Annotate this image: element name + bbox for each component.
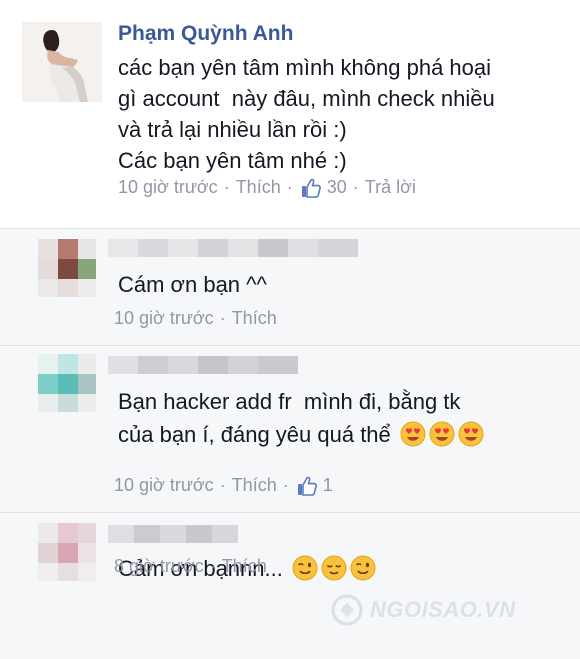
meta-separator: · [209, 556, 216, 576]
comment-time[interactable]: 10 giờ trước [118, 177, 218, 198]
reply-meta: 10 giờ trước · Thích [114, 308, 277, 329]
meta-separator: · [352, 177, 359, 197]
reply-text: Bạn hacker add fr mình đi, bằng tk [118, 389, 461, 414]
comment-text-line: gì account này đâu, mình check nhiều [118, 86, 495, 111]
heart-eyes-emoji [458, 421, 484, 447]
like-count[interactable]: 30 [327, 177, 347, 198]
reply-time[interactable]: 8 giờ trước [114, 556, 204, 577]
heart-eyes-emoji [429, 421, 455, 447]
thumbs-up-icon[interactable] [297, 476, 317, 496]
like-link[interactable]: Thích [232, 475, 277, 496]
reply-avatar[interactable] [38, 239, 96, 297]
reply-text: Cám ơn bạn ^^ [118, 272, 267, 297]
meta-separator: · [223, 177, 230, 197]
comment-text-line: Các bạn yên tâm nhé :) [118, 148, 347, 173]
watermark-logo-icon [330, 593, 364, 627]
reply-meta: 10 giờ trước · Thích · 1 [114, 475, 333, 496]
wink-emoji [350, 555, 376, 581]
reply-meta: 8 giờ trước · Thích [114, 556, 267, 577]
meta-separator: · [219, 475, 226, 495]
reply-text-with-emoji: của bạn í, đáng yêu quá thể [118, 419, 484, 450]
watermark: NGOISAO.VN [330, 590, 570, 630]
meta-separator: · [219, 308, 226, 328]
like-count[interactable]: 1 [323, 475, 333, 496]
like-link[interactable]: Thích [222, 556, 267, 577]
reply-author-blurred[interactable] [108, 356, 298, 374]
reply-item: Cảm ơn bạnnn... [0, 513, 580, 659]
reply-time[interactable]: 10 giờ trước [114, 308, 214, 329]
reply-avatar[interactable] [38, 354, 96, 412]
wink-emoji [292, 555, 318, 581]
comment-text-line: và trả lại nhiều lần rồi :) [118, 117, 347, 142]
comment-meta: 10 giờ trước · Thích · 30 · Trả lời [118, 177, 416, 198]
author-avatar[interactable] [22, 22, 102, 102]
heart-eyes-emoji [400, 421, 426, 447]
reply-link[interactable]: Trả lời [365, 177, 416, 198]
author-name[interactable]: Phạm Quỳnh Anh [118, 22, 293, 46]
reply-text: của bạn í, đáng yêu quá thể [118, 422, 391, 447]
reply-time[interactable]: 10 giờ trước [114, 475, 214, 496]
reply-author-blurred[interactable] [108, 525, 238, 543]
meta-separator: · [282, 475, 289, 495]
watermark-text: NGOISAO.VN [370, 597, 516, 622]
reply-item: Cám ơn bạn ^^ 10 giờ trước · Thích [0, 229, 580, 345]
comment-text-line: các bạn yên tâm mình không phá hoại [118, 55, 492, 80]
reply-avatar[interactable] [38, 523, 96, 581]
like-link[interactable]: Thích [236, 177, 281, 198]
like-link[interactable]: Thích [232, 308, 277, 329]
thumbs-up-icon[interactable] [301, 178, 321, 198]
relieved-emoji [321, 555, 347, 581]
reply-item: Bạn hacker add fr mình đi, bằng tk của b… [0, 346, 580, 512]
reply-author-blurred[interactable] [108, 239, 358, 257]
meta-separator: · [286, 177, 293, 197]
main-comment: Phạm Quỳnh Anh các bạn yên tâm mình khôn… [0, 0, 580, 228]
